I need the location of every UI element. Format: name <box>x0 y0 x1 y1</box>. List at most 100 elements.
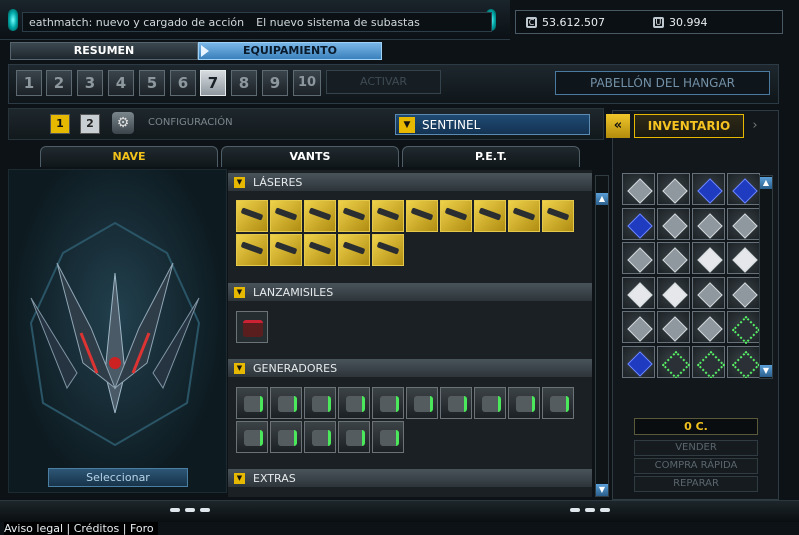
config-7-button[interactable]: 7 <box>200 70 226 96</box>
hangar-button[interactable]: PABELLÓN DEL HANGAR <box>555 71 770 95</box>
generator-slot[interactable] <box>304 387 336 419</box>
laser-slot[interactable] <box>406 200 438 232</box>
config-5-button[interactable]: 5 <box>139 70 165 96</box>
inventory-item[interactable] <box>622 242 655 274</box>
inventory-item[interactable] <box>657 173 690 205</box>
tab-equipamiento[interactable]: EQUIPAMIENTO <box>198 42 382 60</box>
equipment-scrollbar[interactable] <box>595 175 609 497</box>
section-header-generators[interactable]: ▼ GENERADORES <box>228 359 592 377</box>
config-8-button[interactable]: 8 <box>231 70 257 96</box>
generator-slot[interactable] <box>236 421 268 453</box>
inventory-item[interactable] <box>692 173 725 205</box>
tab-vants[interactable]: VANTS <box>221 146 399 167</box>
generator-slot[interactable] <box>338 387 370 419</box>
config-3-button[interactable]: 3 <box>77 70 103 96</box>
inventory-item[interactable] <box>727 276 760 309</box>
laser-slot[interactable] <box>372 234 404 266</box>
inventory-item[interactable] <box>692 345 725 378</box>
scroll-down-icon[interactable]: ▼ <box>760 365 772 377</box>
tab-nave[interactable]: NAVE <box>40 146 218 167</box>
inventory-item[interactable] <box>622 173 655 205</box>
config-2-button[interactable]: 2 <box>46 70 72 96</box>
legal-link[interactable]: Aviso legal <box>4 522 63 535</box>
news-ticker[interactable]: eathmatch: nuevo y cargado de acción El … <box>22 12 492 32</box>
generator-slot[interactable] <box>372 421 404 453</box>
section-header-extras[interactable]: ▼ EXTRAS <box>228 469 592 487</box>
laser-slot[interactable] <box>236 200 268 232</box>
config-4-button[interactable]: 4 <box>108 70 134 96</box>
laser-slot[interactable] <box>236 234 268 266</box>
chevron-down-icon: ▼ <box>399 116 415 133</box>
laser-slot[interactable] <box>304 234 336 266</box>
config-10-button[interactable]: 10 <box>293 70 321 96</box>
credits-link[interactable]: Créditos <box>74 522 120 535</box>
generator-slot[interactable] <box>508 387 540 419</box>
inventory-item[interactable] <box>727 173 760 205</box>
inventory-item[interactable] <box>657 345 690 378</box>
laser-slot[interactable] <box>372 200 404 232</box>
config-6-button[interactable]: 6 <box>170 70 196 96</box>
inventory-item[interactable] <box>727 345 760 378</box>
laser-slot[interactable] <box>270 200 302 232</box>
config-1-button[interactable]: 1 <box>16 70 42 96</box>
subconfig-2-button[interactable]: 2 <box>80 114 100 134</box>
generator-slot[interactable] <box>304 421 336 453</box>
generator-slot[interactable] <box>372 387 404 419</box>
double-chevron-left-icon[interactable]: « <box>606 114 630 138</box>
config-9-button[interactable]: 9 <box>262 70 288 96</box>
sell-button[interactable]: VENDER <box>634 440 758 456</box>
scroll-up-icon[interactable]: ▲ <box>760 177 772 189</box>
generator-slot[interactable] <box>338 421 370 453</box>
inventory-item[interactable] <box>692 311 725 343</box>
quick-buy-button[interactable]: COMPRA RÁPIDA <box>634 458 758 474</box>
inventory-item[interactable] <box>727 242 760 274</box>
laser-slot[interactable] <box>440 200 472 232</box>
inventory-scrollbar[interactable] <box>759 175 773 379</box>
laser-slot[interactable] <box>542 200 574 232</box>
tab-resumen[interactable]: RESUMEN <box>10 42 198 60</box>
inventory-item[interactable] <box>727 207 760 240</box>
inventory-item[interactable] <box>692 242 725 274</box>
laser-slot[interactable] <box>474 200 506 232</box>
forum-link[interactable]: Foro <box>130 522 154 535</box>
inventory-item[interactable] <box>727 311 760 343</box>
inventory-item[interactable] <box>657 311 690 343</box>
generator-slot[interactable] <box>270 421 302 453</box>
tab-pet[interactable]: P.E.T. <box>402 146 580 167</box>
generator-slot[interactable] <box>474 387 506 419</box>
repair-button[interactable]: REPARAR <box>634 476 758 492</box>
section-header-lasers[interactable]: ▼ LÁSERES <box>228 173 592 191</box>
scroll-up-icon[interactable]: ▲ <box>596 193 608 205</box>
ship-dropdown[interactable]: ▼ SENTINEL <box>395 114 590 135</box>
launcher-slot[interactable] <box>236 311 268 343</box>
laser-slot[interactable] <box>508 200 540 232</box>
inventory-item[interactable] <box>657 207 690 240</box>
generator-slot[interactable] <box>440 387 472 419</box>
generator-slot[interactable] <box>542 387 574 419</box>
inventory-item[interactable] <box>622 311 655 343</box>
inventory-item[interactable] <box>622 276 655 309</box>
inventory-item[interactable] <box>657 242 690 274</box>
generator-slot[interactable] <box>270 387 302 419</box>
section-header-launchers[interactable]: ▼ LANZAMISILES <box>228 283 592 301</box>
inventory-item[interactable] <box>622 345 655 378</box>
scroll-down-icon[interactable]: ▼ <box>596 484 608 496</box>
select-ship-button[interactable]: Seleccionar <box>48 468 188 487</box>
inventory-item[interactable] <box>692 207 725 240</box>
laser-slot[interactable] <box>338 200 370 232</box>
inventory-item[interactable] <box>622 207 655 240</box>
gear-icon[interactable]: ⚙ <box>112 112 134 134</box>
inventory-item[interactable] <box>692 276 725 309</box>
laser-slot[interactable] <box>270 234 302 266</box>
generator-slot[interactable] <box>406 387 438 419</box>
activate-button[interactable]: ACTIVAR <box>326 70 441 94</box>
laser-slot[interactable] <box>338 234 370 266</box>
ticker-message[interactable]: eathmatch: nuevo y cargado de acción <box>23 16 250 29</box>
subconfig-1-button[interactable]: 1 <box>50 114 70 134</box>
inventory-title[interactable]: INVENTARIO <box>634 114 744 138</box>
laser-slot[interactable] <box>304 200 336 232</box>
inventory-item[interactable] <box>657 276 690 309</box>
generator-slot[interactable] <box>236 387 268 419</box>
ticker-message[interactable]: El nuevo sistema de subastas <box>250 16 426 29</box>
chevron-right-icon[interactable]: › <box>748 114 762 138</box>
